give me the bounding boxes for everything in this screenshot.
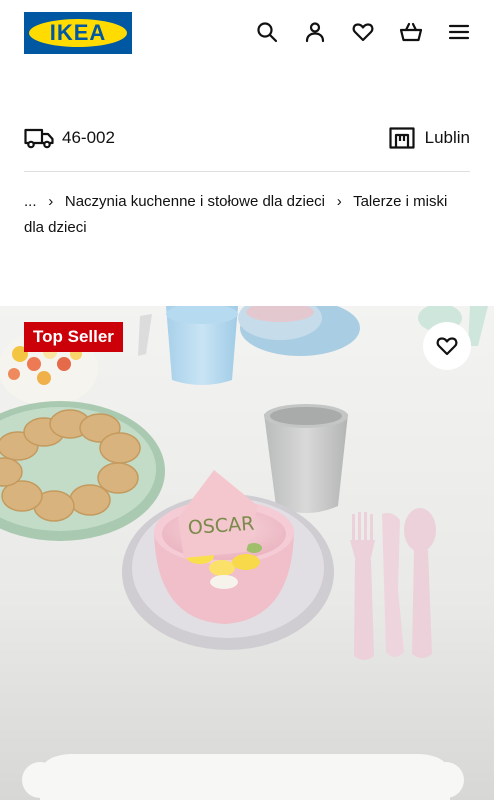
postal-code-text: 46-002 xyxy=(62,128,115,147)
top-seller-badge: Top Seller xyxy=(24,322,123,352)
ikea-logo[interactable]: IKEA xyxy=(24,12,132,54)
location-row: 46-002 Lublin xyxy=(24,118,470,158)
breadcrumb: ... › Naczynia kuchenne i stołowe dla dz… xyxy=(24,189,470,241)
postal-code-selector[interactable]: 46-002 xyxy=(24,118,115,158)
logo-text: IKEA xyxy=(49,20,107,45)
chevron-right-icon: › xyxy=(336,193,342,210)
heart-icon xyxy=(436,337,458,356)
search-icon[interactable] xyxy=(255,20,279,44)
store-icon xyxy=(389,127,415,149)
truck-icon xyxy=(24,126,54,150)
store-name: Lublin xyxy=(424,128,470,147)
breadcrumb-ellipsis[interactable]: ... xyxy=(24,193,37,210)
product-image[interactable]: OSCAR xyxy=(0,306,494,800)
menu-icon[interactable] xyxy=(447,20,471,44)
product-photo: OSCAR xyxy=(0,306,494,800)
breadcrumb-item[interactable]: Naczynia kuchenne i stołowe dla dzieci xyxy=(65,193,325,210)
add-to-favourites-button[interactable] xyxy=(423,322,471,370)
store-selector[interactable]: Lublin xyxy=(389,118,470,158)
chevron-right-icon: › xyxy=(48,193,54,210)
top-header: IKEA xyxy=(0,0,494,64)
name-card-text: OSCAR xyxy=(187,513,255,540)
heart-icon[interactable] xyxy=(351,20,375,44)
account-icon[interactable] xyxy=(303,20,327,44)
divider xyxy=(24,171,470,172)
basket-icon[interactable] xyxy=(399,20,423,44)
